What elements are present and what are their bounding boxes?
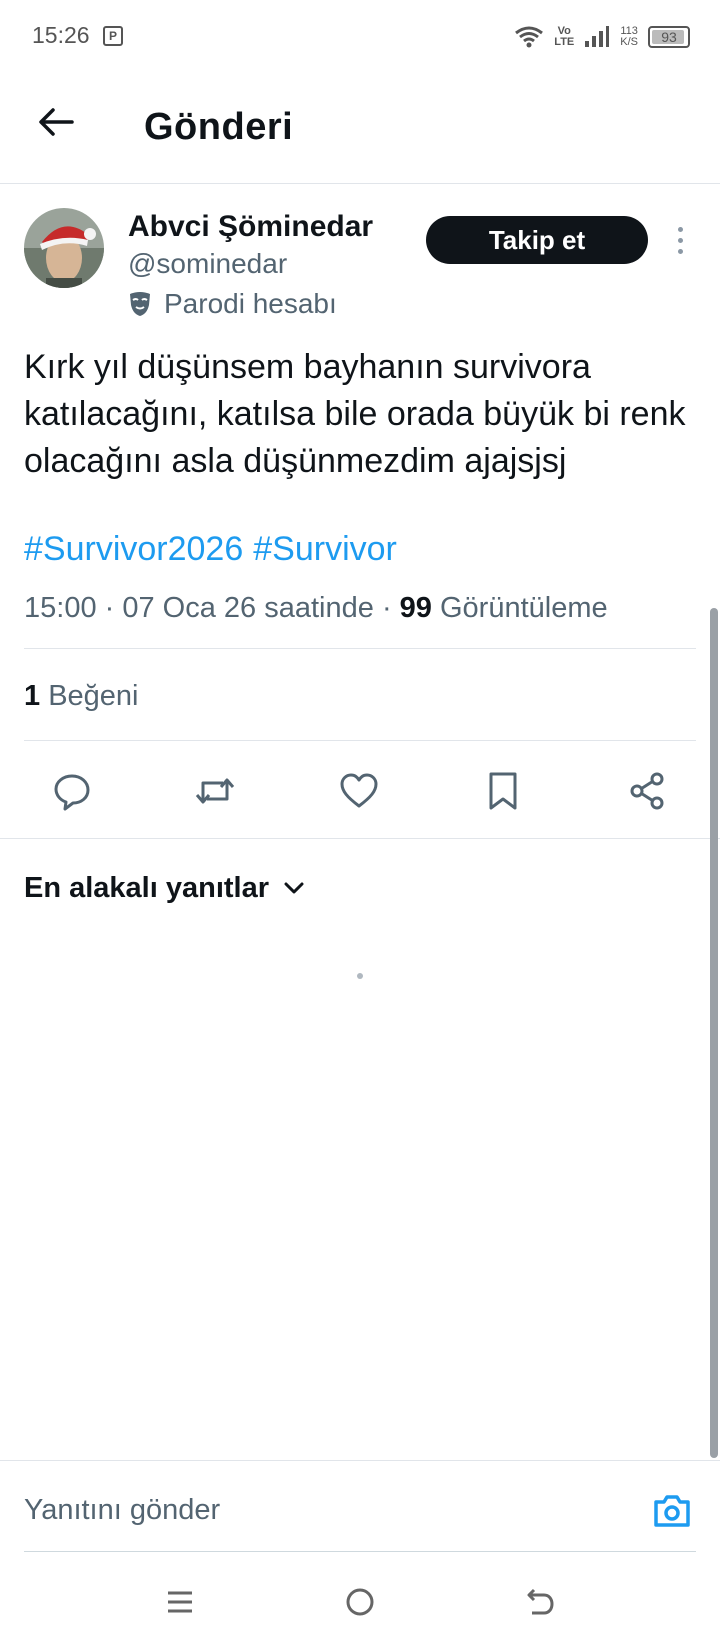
hashtag-link[interactable]: #Survivor2026 — [24, 530, 243, 568]
share-icon — [630, 772, 664, 810]
battery-icon: 93 — [648, 26, 690, 48]
signal-icon — [585, 26, 610, 47]
reply-icon — [54, 774, 90, 811]
arrow-left-icon — [39, 108, 74, 136]
likes-count: 1 — [24, 680, 41, 712]
divider — [24, 648, 696, 649]
post-date[interactable]: 07 Oca 26 saatinde — [122, 592, 374, 624]
retweet-button[interactable] — [193, 769, 237, 813]
status-indicators: Vo LTE 113 K/S 93 — [514, 22, 690, 52]
volte-bottom: LTE — [554, 36, 575, 48]
bookmark-button[interactable] — [481, 769, 525, 813]
status-time: 15:26 — [32, 22, 90, 48]
replies-sort-label: En alakalı yanıtlar — [24, 871, 270, 904]
replies-sort-dropdown[interactable]: En alakalı yanıtlar — [24, 870, 305, 906]
reply-button[interactable] — [50, 769, 94, 813]
status-bar: 15:26 P Vo LTE 113 K/S 93 — [0, 0, 720, 72]
top-app-bar: Gönderi — [0, 72, 720, 184]
reply-composer — [0, 1460, 720, 1560]
loading-indicator — [357, 973, 363, 979]
mask-icon — [130, 292, 150, 316]
like-button[interactable] — [337, 769, 381, 813]
home-button[interactable] — [338, 1580, 382, 1624]
network-speed: 113 K/S — [620, 26, 638, 48]
views-count: 99 — [399, 592, 432, 624]
follow-button[interactable]: Takip et — [426, 216, 648, 264]
more-options-icon[interactable] — [668, 224, 692, 256]
menu-icon — [168, 1591, 192, 1613]
views-label: Görüntüleme — [439, 592, 608, 624]
author-avatar[interactable] — [24, 208, 104, 288]
app-notification-icon: P — [103, 26, 123, 46]
bookmark-icon — [489, 772, 517, 810]
divider — [24, 740, 696, 741]
page-title: Gönderi — [144, 106, 294, 148]
scrollbar[interactable] — [710, 608, 718, 1458]
post-text: Kırk yıl düşünsem bayhanın survivora kat… — [24, 348, 686, 480]
chevron-down-icon — [284, 882, 304, 894]
home-circle-icon — [346, 1588, 374, 1616]
back-button[interactable] — [36, 102, 76, 142]
divider — [24, 1551, 696, 1552]
author-name[interactable]: Abvci Şöminedar — [128, 210, 373, 244]
retweet-icon — [195, 778, 235, 804]
post-metadata: 15:00 · 07 Oca 26 saatinde · 99 Görüntül… — [24, 592, 608, 625]
post-actions — [0, 755, 720, 827]
likes-stat[interactable]: 1 Beğeni — [24, 680, 139, 713]
hashtags: #Survivor2026 #Survivor — [24, 530, 407, 569]
likes-label: Beğeni — [48, 680, 139, 712]
hashtag-link[interactable]: #Survivor — [253, 530, 397, 568]
post-time[interactable]: 15:00 — [24, 592, 97, 624]
separator: · — [104, 592, 123, 624]
back-nav-button[interactable] — [518, 1580, 562, 1624]
heart-icon — [340, 773, 378, 808]
wifi-icon — [515, 26, 544, 48]
reply-input[interactable] — [24, 1485, 624, 1535]
parody-account-label: Parodi hesabı — [128, 288, 337, 320]
battery-level: 93 — [661, 29, 677, 45]
divider — [0, 838, 720, 839]
back-arrow-icon — [527, 1588, 554, 1615]
system-navigation-bar — [0, 1560, 720, 1640]
recent-apps-button[interactable] — [158, 1580, 202, 1624]
parody-text: Parodi hesabı — [164, 288, 337, 319]
separator: · — [381, 592, 400, 624]
camera-icon — [654, 1495, 690, 1527]
share-button[interactable] — [625, 769, 669, 813]
volte-indicator: Vo LTE — [554, 26, 574, 48]
avatar-image — [24, 208, 104, 288]
camera-button[interactable] — [648, 1489, 696, 1533]
author-handle[interactable]: @sominedar — [128, 248, 287, 280]
network-speed-unit: K/S — [620, 36, 638, 48]
